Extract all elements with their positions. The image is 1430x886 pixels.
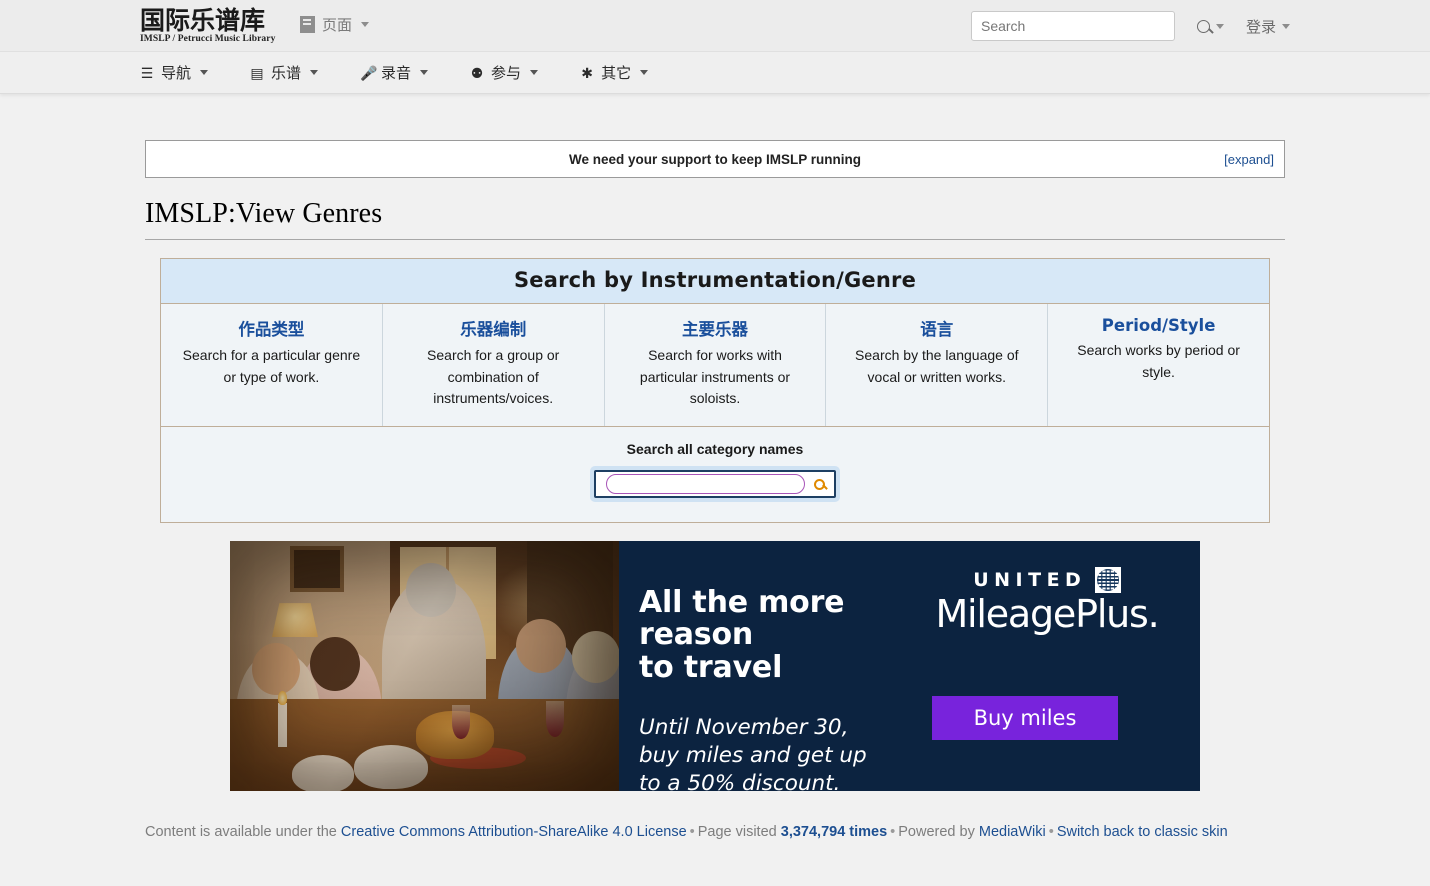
microphone-icon: 🎤 — [360, 64, 378, 81]
genre-column-featured-instrument[interactable]: 主要乐器 Search for works with particular in… — [604, 303, 827, 428]
header-search-area: 登录 — [970, 11, 1290, 41]
classic-skin-link[interactable]: Switch back to classic skin — [1057, 824, 1228, 840]
nav-item-label: 导航 — [161, 65, 192, 82]
page-menu[interactable]: 页面 — [300, 14, 370, 35]
genre-column-title[interactable]: 乐器编制 — [397, 316, 590, 340]
hamburger-icon: ☰ — [140, 64, 154, 81]
license-link[interactable]: Creative Commons Attribution-ShareAlike … — [341, 824, 687, 840]
chevron-down-icon — [640, 70, 649, 75]
genre-column-work-type[interactable]: 作品类型 Search for a particular genre or ty… — [160, 303, 383, 428]
footer-separator: • — [689, 824, 695, 841]
search-icon — [813, 478, 825, 490]
site-logo-cn: 国际乐谱库 — [140, 6, 266, 35]
document-icon — [300, 16, 315, 33]
book-icon: ▤ — [250, 64, 264, 81]
ad-copy: All the more reason to travel Until Nove… — [619, 541, 900, 791]
category-search-input[interactable] — [606, 474, 805, 495]
united-logo: UNITED MileagePlus. — [900, 567, 1200, 633]
ad-photo — [230, 541, 619, 792]
page-menu-label: 页面 — [322, 17, 353, 34]
footer-visited-prefix: Page visited — [697, 824, 777, 841]
category-search-label: Search all category names — [626, 441, 804, 458]
search-icon — [1196, 19, 1210, 33]
category-search-box — [590, 466, 840, 503]
genre-column-title[interactable]: 主要乐器 — [619, 316, 812, 340]
ad-brand-area: UNITED MileagePlus. Buy miles — [900, 541, 1200, 791]
login-menu[interactable]: 登录 — [1246, 16, 1290, 37]
chevron-down-icon — [310, 70, 319, 75]
chevron-down-icon — [361, 22, 370, 27]
genre-search-table: Search by Instrumentation/Genre 作品类型 Sea… — [160, 258, 1270, 524]
site-logo[interactable]: 国际乐谱库 IMSLP / Petrucci Music Library — [140, 8, 275, 45]
buy-miles-button[interactable]: Buy miles — [932, 696, 1118, 741]
category-search-button[interactable] — [807, 473, 831, 495]
nav-item-scores[interactable]: ▤ 乐谱 — [250, 62, 319, 83]
nav-item-label: 参与 — [491, 65, 522, 82]
genre-column-language[interactable]: 语言 Search by the language of vocal or wr… — [825, 303, 1049, 428]
asterisk-icon: ✱ — [581, 64, 593, 81]
genre-column-period-style[interactable]: Period/Style Search works by period or s… — [1047, 303, 1270, 428]
category-search-cell: Search all category names — [160, 426, 1270, 523]
chevron-down-icon — [530, 70, 539, 75]
main-navigation: ☰ 导航 ▤ 乐谱 🎤 录音 ⚉ 参与 ✱ 其它 — [0, 52, 1430, 94]
united-globe-icon — [1094, 567, 1121, 594]
nav-item-navigation[interactable]: ☰ 导航 — [140, 62, 209, 83]
nav-item-other[interactable]: ✱ 其它 — [580, 62, 649, 83]
genre-column-desc: Search by the language of vocal or writt… — [855, 347, 1019, 385]
nav-item-label: 录音 — [381, 65, 412, 82]
page-footer: Content is available under the Creative … — [145, 821, 1285, 843]
search-input[interactable] — [970, 11, 1175, 41]
nav-item-label: 乐谱 — [271, 65, 302, 82]
site-logo-en: IMSLP / Petrucci Music Library — [140, 34, 276, 44]
genre-table-heading: Search by Instrumentation/Genre — [160, 258, 1270, 304]
nav-item-participate[interactable]: ⚉ 参与 — [470, 62, 539, 83]
nav-item-recordings[interactable]: 🎤 录音 — [360, 62, 429, 83]
genre-column-title[interactable]: Period/Style — [1062, 316, 1255, 335]
chevron-down-icon — [420, 70, 429, 75]
chevron-down-icon — [1282, 23, 1290, 29]
page-title: IMSLP:View Genres — [145, 198, 1285, 240]
top-header: 国际乐谱库 IMSLP / Petrucci Music Library 页面 … — [0, 0, 1430, 52]
mediawiki-link[interactable]: MediaWiki — [979, 824, 1046, 840]
footer-powered-prefix: Powered by — [898, 824, 975, 841]
nav-item-label: 其它 — [601, 65, 632, 82]
support-banner-message: We need your support to keep IMSLP runni… — [568, 151, 862, 167]
support-banner: We need your support to keep IMSLP runni… — [145, 140, 1285, 178]
footer-separator: • — [890, 824, 896, 841]
footer-license-prefix: Content is available under the — [145, 824, 337, 841]
advertisement-banner[interactable]: All the more reason to travel Until Nove… — [230, 541, 1200, 792]
genre-table-header-row: Search by Instrumentation/Genre — [160, 258, 1270, 304]
genre-table-columns-row: 作品类型 Search for a particular genre or ty… — [160, 303, 1270, 428]
page-content: We need your support to keep IMSLP runni… — [145, 94, 1285, 844]
person-icon: ⚉ — [470, 64, 484, 81]
genre-column-title[interactable]: 语言 — [840, 316, 1033, 340]
ad-headline: All the more reason to travel — [639, 585, 845, 685]
photo-vignette — [230, 541, 619, 791]
genre-column-desc: Search for a group or combination of ins… — [427, 347, 560, 407]
chevron-down-icon — [1215, 23, 1224, 29]
page-visit-count: 3,374,794 times — [780, 824, 888, 841]
genre-column-instrumentation[interactable]: 乐器编制 Search for a group or combination o… — [382, 303, 605, 428]
genre-column-desc: Search for a particular genre or type of… — [182, 347, 361, 385]
genre-column-desc: Search for works with particular instrum… — [639, 347, 791, 407]
category-search-inner — [594, 470, 836, 499]
genre-table-search-row: Search all category names — [160, 426, 1270, 523]
expand-link[interactable]: [expand] — [1224, 152, 1274, 167]
chevron-down-icon — [200, 70, 209, 75]
mileageplus-wordmark: MileagePlus. — [935, 592, 1159, 637]
footer-separator: • — [1048, 824, 1054, 841]
genre-column-title[interactable]: 作品类型 — [175, 316, 368, 340]
ad-subline: Until November 30, buy miles and get up … — [639, 715, 867, 792]
united-wordmark: UNITED — [973, 569, 1087, 592]
genre-column-desc: Search works by period or style. — [1077, 342, 1240, 380]
search-options-button[interactable] — [1196, 19, 1224, 33]
login-label: 登录 — [1245, 18, 1276, 36]
